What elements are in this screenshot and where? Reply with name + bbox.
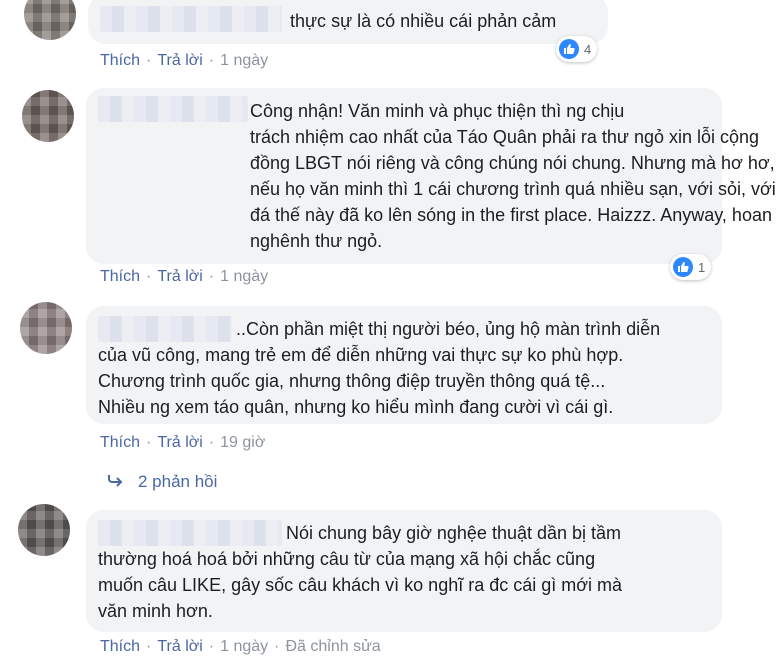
author-name[interactable]	[98, 96, 248, 122]
comment-actions: Thích · Trả lời · 1 ngày	[100, 52, 269, 69]
reply-link[interactable]: Trả lời	[157, 52, 202, 69]
comment-text: thực sự là có nhiều cái phản cảm	[290, 11, 557, 31]
like-link[interactable]: Thích	[100, 638, 140, 655]
reply-link[interactable]: Trả lời	[157, 638, 202, 655]
avatar[interactable]	[22, 90, 74, 142]
edited-label: Đã chỉnh sửa	[285, 638, 381, 655]
avatar[interactable]	[18, 504, 70, 556]
reply-arrow-icon	[108, 473, 124, 492]
like-icon	[559, 39, 579, 59]
replies-count[interactable]: 2 phản hồi	[138, 472, 217, 492]
reply-link[interactable]: Trả lời	[157, 434, 202, 451]
timestamp[interactable]: 1 ngày	[220, 638, 268, 655]
comment-actions: Thích · Trả lời · 1 ngày · Đã chỉnh sửa	[100, 638, 381, 655]
comment-actions: Thích · Trả lời · 1 ngày	[100, 268, 269, 285]
reply-link[interactable]: Trả lời	[157, 268, 202, 285]
reaction-summary[interactable]: 4	[556, 36, 598, 62]
reaction-count: 1	[698, 259, 706, 275]
timestamp[interactable]: 19 giờ	[220, 434, 265, 451]
timestamp[interactable]: 1 ngày	[220, 52, 268, 69]
view-replies-link[interactable]: 2 phản hồi	[108, 472, 217, 492]
comment-actions: Thích · Trả lời · 19 giờ	[100, 434, 266, 451]
timestamp[interactable]: 1 ngày	[220, 268, 268, 285]
avatar[interactable]	[20, 302, 72, 354]
reaction-count: 4	[584, 41, 592, 57]
comment-text: Công nhận! Văn minh và phục thiện thì ng…	[250, 101, 776, 251]
author-name[interactable]	[100, 6, 282, 32]
like-icon	[673, 257, 693, 277]
like-link[interactable]: Thích	[100, 268, 140, 285]
avatar[interactable]	[24, 0, 76, 40]
reaction-summary[interactable]: 1	[670, 254, 712, 280]
comment-text: Nói chung bây giờ nghệe thuật dần bị tầm…	[98, 523, 623, 621]
like-link[interactable]: Thích	[100, 52, 140, 69]
like-link[interactable]: Thích	[100, 434, 140, 451]
comment-text: ..Còn phần miệt thị người béo, ủng hộ mà…	[98, 319, 661, 417]
